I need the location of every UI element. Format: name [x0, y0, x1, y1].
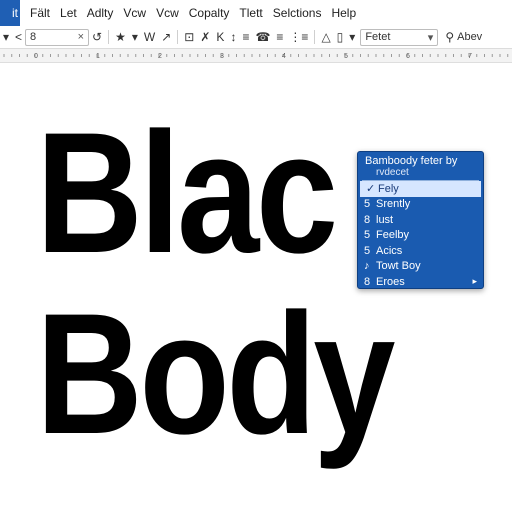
ruler-label: 7 [468, 53, 472, 60]
menu-item-text[interactable]: Tlett [239, 6, 262, 20]
chevron-down-icon: ▾ [427, 31, 434, 44]
line-spacing-icon[interactable]: ↕ [227, 27, 239, 47]
context-menu-item-marker: ♪ [364, 260, 370, 273]
arrow-icon[interactable]: ↗ [158, 27, 174, 47]
context-menu-item[interactable]: 5 Srently [358, 197, 483, 213]
app-menu-label: it [12, 6, 18, 20]
menu-item-help[interactable]: Help [331, 6, 356, 20]
context-menu-item[interactable]: 8 lust [358, 212, 483, 228]
frame-icon[interactable]: ⊡ [181, 27, 197, 47]
ruler-label: 6 [406, 53, 410, 60]
context-menu-item-label: Eroes [376, 275, 405, 288]
context-menu: Bamboody feter by rvdecet ✓ Fely 5 Srently 8… [357, 151, 484, 289]
context-menu-item[interactable]: ✓ Fely [360, 181, 481, 197]
document-text-line-2[interactable]: Body [36, 275, 395, 473]
warning-icon[interactable]: △ [318, 27, 333, 47]
font-size-field[interactable]: 8 × [25, 28, 90, 46]
menu-item-view-2[interactable]: Vcw [156, 6, 179, 20]
dropdown-arrow-icon[interactable]: ▾ [0, 27, 12, 47]
menu-item-selections[interactable]: Selctions [273, 6, 322, 20]
context-menu-item[interactable]: ♪ Towt Boy [358, 259, 483, 275]
ruler-label: 3 [220, 53, 224, 60]
style-select[interactable]: Fetet ▾ [360, 28, 439, 46]
context-menu-item[interactable]: 5 Acics [358, 243, 483, 259]
menu-item-file[interactable]: Fält [30, 6, 50, 20]
context-menu-item-label: Feelby [376, 229, 410, 242]
context-menu-item-label: lust [376, 213, 394, 226]
document-text-line-1[interactable]: Blac [36, 94, 338, 292]
ruler-label: 4 [282, 53, 286, 60]
ruler-label: 1 [96, 53, 100, 60]
phone-icon[interactable]: ☎ [252, 27, 273, 47]
menubar: it Fält Let Adlty Vcw Vcw Copalty Tlett … [0, 0, 512, 26]
toolbar-separator [314, 30, 316, 44]
context-menu-item[interactable]: 5 Feelby [358, 228, 483, 244]
app-menu-button[interactable]: it [0, 0, 20, 26]
align-icon[interactable]: ≡ [239, 27, 252, 47]
person-icon[interactable]: ⚲ [442, 27, 457, 47]
word-icon[interactable]: W [141, 27, 158, 47]
column-icon[interactable]: ▯ [334, 27, 347, 47]
toolbar: ▾ < 8 × ↺ ★ ▾ W ↗ ⊡ ✗ K ↕ ≡ ☎ ≡ ⋮≡ △ ▯ ▾… [0, 26, 512, 49]
context-menu-item-marker: 5 [364, 229, 371, 242]
context-menu-item-label: Srently [376, 198, 411, 211]
menu-item-edit[interactable]: Let [60, 6, 77, 20]
ruler[interactable]: 0 1 2 3 4 5 6 7 [0, 49, 512, 63]
redo-icon[interactable]: ↺ [89, 27, 105, 47]
menu-item-capacity[interactable]: Copalty [189, 6, 230, 20]
strike-icon[interactable]: ✗ [197, 27, 213, 47]
context-menu-item-label: Acics [376, 244, 403, 257]
context-menu-title: Bamboody feter by [365, 155, 458, 167]
menu-item-view[interactable]: Vcw [123, 6, 146, 20]
menu-item-activity[interactable]: Adlty [87, 6, 114, 20]
style-select-value: Fetet [365, 31, 391, 43]
context-menu-item-label: Fely [378, 182, 399, 195]
context-menu-item-marker: 5 [364, 244, 371, 257]
context-menu-item-marker: 8 [364, 275, 371, 288]
toolbar-separator [108, 30, 110, 44]
ruler-label: 2 [158, 53, 162, 60]
ruler-label: 0 [34, 53, 38, 60]
context-menu-item-label: Towt Boy [376, 260, 421, 273]
context-menu-item[interactable]: 8 Eroes ▸ [358, 274, 483, 288]
ruler-label: 5 [344, 53, 348, 60]
clear-icon[interactable]: × [78, 31, 84, 43]
numbered-list-icon[interactable]: ⋮≡ [286, 27, 311, 47]
context-menu-item-marker: 5 [364, 198, 371, 211]
context-menu-subtitle: rvdecet [362, 167, 479, 181]
kerning-icon[interactable]: K [213, 27, 227, 47]
star-icon[interactable]: ★ [112, 27, 129, 47]
font-size-value: 8 [30, 31, 37, 43]
context-menu-item-marker: ✓ [366, 183, 376, 196]
toolbar-right-label[interactable]: Abev [457, 31, 482, 43]
submenu-arrow-icon: ▸ [472, 276, 477, 287]
column-dropdown-icon[interactable]: ▾ [346, 27, 358, 47]
star-dropdown-icon[interactable]: ▾ [129, 27, 141, 47]
list-icon[interactable]: ≡ [273, 27, 286, 47]
back-icon[interactable]: < [12, 27, 25, 47]
context-menu-item-marker: 8 [364, 213, 371, 226]
ruler-ticks: 0 1 2 3 4 5 6 7 [3, 53, 509, 60]
toolbar-separator [177, 30, 179, 44]
